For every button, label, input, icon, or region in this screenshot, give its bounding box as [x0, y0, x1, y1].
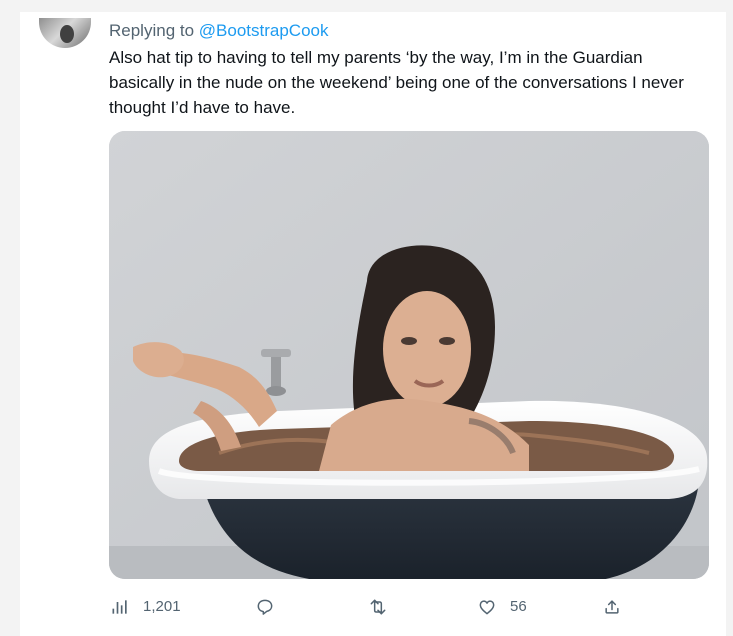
bar-chart-icon: [109, 596, 131, 618]
retweet-icon: [367, 596, 389, 618]
likes-count: 56: [510, 598, 527, 615]
tweet-text: Also hat tip to having to tell my parent…: [109, 48, 684, 117]
reply-tweet-card[interactable]: Replying to @BootstrapCook Also hat tip …: [20, 12, 726, 636]
replying-to-handle-link[interactable]: @BootstrapCook: [199, 21, 329, 40]
bathtub-photo-illustration: [109, 131, 709, 579]
avatar[interactable]: [39, 18, 91, 48]
upload-icon: [601, 596, 623, 618]
tweet-photo[interactable]: [109, 131, 709, 579]
speech-bubble-icon: [254, 596, 276, 618]
share-button[interactable]: [601, 595, 623, 619]
views-count: 1,201: [143, 598, 181, 615]
replying-to-label: Replying to: [109, 21, 199, 40]
heart-icon: [476, 596, 498, 618]
like-button[interactable]: 56: [476, 595, 527, 619]
reply-button[interactable]: [254, 595, 276, 619]
retweet-button[interactable]: [367, 595, 389, 619]
replying-to-line: Replying to @BootstrapCook: [109, 20, 329, 42]
tweet-actions: 1,201 56: [109, 595, 629, 619]
page: Replying to @BootstrapCook Also hat tip …: [0, 0, 733, 636]
views-button[interactable]: 1,201: [109, 595, 181, 619]
